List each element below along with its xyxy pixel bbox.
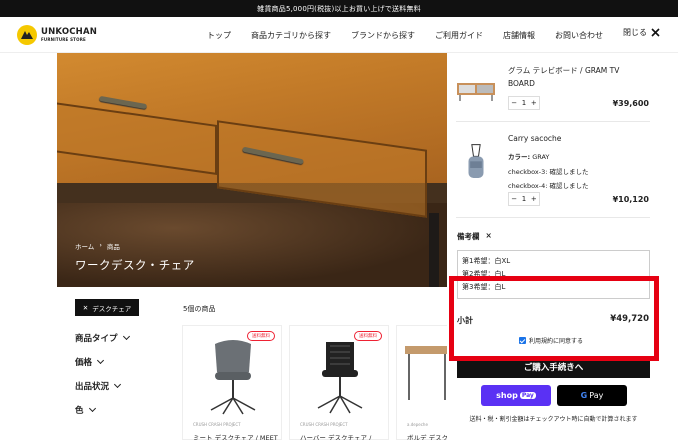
subtotal-value: ¥49,720 xyxy=(610,314,649,324)
remove-filter-icon: ✕ xyxy=(82,303,89,312)
cart-item-name[interactable]: Carry sacoche xyxy=(508,132,561,145)
divider xyxy=(456,121,650,122)
breadcrumb-products[interactable]: 商品 xyxy=(107,241,120,251)
facet-label: 商品タイプ xyxy=(75,334,118,344)
cart-item-image xyxy=(457,83,495,101)
close-label: 閉じる xyxy=(623,28,647,37)
close-cart-button[interactable]: 閉じる xyxy=(623,27,660,38)
terms-checkbox[interactable] xyxy=(519,337,526,344)
breadcrumb-home[interactable]: ホーム xyxy=(75,241,94,251)
nav-item-brands[interactable]: ブランドから探す xyxy=(351,30,415,41)
checkout-button[interactable]: ご購入手続きへ xyxy=(457,356,650,378)
quantity-stepper[interactable]: − 1 + xyxy=(508,96,540,110)
cart-item-property: checkbox-3: 確認しました xyxy=(508,168,589,176)
cart-item-price: ¥39,600 xyxy=(612,99,649,108)
product-brand: CRUSH CRASH PROJECT xyxy=(300,422,348,427)
product-card[interactable]: 送料無料 CRUSH CRASH PROJECT ミート デスクチェア / ME… xyxy=(182,325,282,440)
product-brand: a.depeche xyxy=(407,422,428,427)
cart-drawer: グラム テレビボード / GRAM TV BOARD − 1 + ¥39,600… xyxy=(447,53,659,440)
qty-value: 1 xyxy=(521,195,527,203)
qty-value: 1 xyxy=(521,99,527,107)
facet-label: 色 xyxy=(75,406,84,416)
google-pay-button[interactable]: G Pay xyxy=(557,385,627,406)
cart-item-price: ¥10,120 xyxy=(612,195,649,204)
page-title: ワークデスク・チェア xyxy=(75,258,195,272)
hero-desk-leg xyxy=(429,213,439,287)
product-image xyxy=(210,340,256,415)
facet-color[interactable]: 色 xyxy=(75,404,96,416)
store-logo[interactable]: UNKOCHAN FURNITURE STORE xyxy=(17,25,97,45)
chevron-down-icon xyxy=(88,404,96,413)
qty-minus-button[interactable]: − xyxy=(511,99,517,107)
qty-minus-button[interactable]: − xyxy=(511,195,517,203)
active-filter-chip[interactable]: ✕ デスクチェア xyxy=(75,299,139,316)
facet-price[interactable]: 価格 xyxy=(75,356,105,368)
note-close-icon[interactable]: × xyxy=(486,231,492,242)
logo-emblem-icon xyxy=(17,25,37,45)
cart-item-variant: カラー: GRAY xyxy=(508,153,550,161)
facet-label: 価格 xyxy=(75,358,93,368)
cart-item-image xyxy=(468,144,484,178)
facet-label: 出品状況 xyxy=(75,382,110,392)
site-header: UNKOCHAN FURNITURE STORE トップ 商品カテゴリから探す … xyxy=(0,17,678,53)
close-icon xyxy=(651,28,660,37)
active-filter-label: デスクチェア xyxy=(92,304,132,313)
nav-item-guide[interactable]: ご利用ガイド xyxy=(435,30,483,41)
product-image xyxy=(317,342,363,414)
order-note-textarea[interactable]: 第1希望：白XL 第2希望：白L 第3希望：白L xyxy=(457,250,650,299)
nav-item-contact[interactable]: お問い合わせ xyxy=(555,30,603,41)
subtotal-label: 小計 xyxy=(457,316,473,325)
product-count: 5個の商品 xyxy=(183,305,216,313)
announcement-text: 雑貨商品5,000円(税抜)以上お買い上げで送料無料 xyxy=(257,4,421,13)
google-icon: G xyxy=(580,391,588,400)
product-image xyxy=(405,346,449,400)
product-name[interactable]: ハーバー デスクチェア / xyxy=(300,432,388,440)
quantity-stepper[interactable]: − 1 + xyxy=(508,192,540,206)
chevron-down-icon xyxy=(113,380,122,389)
terms-label: 利用規約に同意する xyxy=(529,338,584,345)
facet-availability[interactable]: 出品状況 xyxy=(75,380,122,392)
facet-product-type[interactable]: 商品タイプ xyxy=(75,332,130,344)
nav-item-categories[interactable]: 商品カテゴリから探す xyxy=(251,30,331,41)
checkout-fineprint: 送料・税・割引金額はチェックアウト時に自動で計算されます xyxy=(469,416,638,423)
cart-item-property: checkbox-4: 確認しました xyxy=(508,182,589,190)
product-name[interactable]: ミート デスクチェア / MEET xyxy=(193,432,281,440)
nav-item-store-info[interactable]: 店舗情報 xyxy=(503,30,535,41)
breadcrumb: ホーム › 商品 xyxy=(75,241,120,251)
chevron-down-icon xyxy=(96,356,105,365)
announcement-bar: 雑貨商品5,000円(税抜)以上お買い上げで送料無料 xyxy=(0,0,678,17)
logo-main-text: UNKOCHAN xyxy=(41,27,98,38)
qty-plus-button[interactable]: + xyxy=(531,99,537,107)
nav-item-top[interactable]: トップ xyxy=(207,30,231,41)
product-card[interactable]: 送料無料 CRUSH CRASH PROJECT ハーバー デスクチェア / xyxy=(289,325,389,440)
order-note-label: 備考欄 × xyxy=(457,231,492,242)
cart-item-name[interactable]: グラム テレビボード / GRAM TV BOARD xyxy=(508,64,619,90)
qty-plus-button[interactable]: + xyxy=(531,195,537,203)
terms-agreement[interactable]: 利用規約に同意する xyxy=(519,336,583,345)
chevron-down-icon xyxy=(122,332,130,341)
hero-banner xyxy=(57,53,447,287)
logo-sub-text: FURNITURE STORE xyxy=(41,36,86,42)
shop-pay-button[interactable]: shop Pay xyxy=(481,385,551,406)
main-nav: トップ 商品カテゴリから探す ブランドから探す ご利用ガイド 店舗情報 お問い合… xyxy=(207,17,603,53)
product-brand: CRUSH CRASH PROJECT xyxy=(193,422,241,427)
divider xyxy=(456,217,650,218)
